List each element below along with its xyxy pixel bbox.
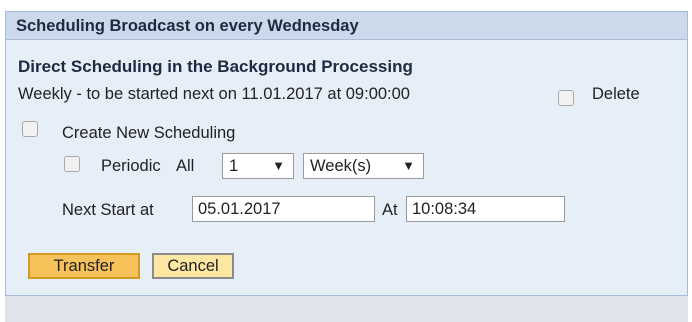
period-count-select[interactable]: 1 ▼ — [222, 153, 294, 179]
create-new-scheduling-checkbox[interactable] — [22, 121, 38, 137]
delete-label: Delete — [592, 85, 640, 103]
schedule-status-text: Weekly - to be started next on 11.01.201… — [18, 85, 410, 103]
bottom-strip — [5, 296, 688, 322]
at-label: At — [382, 201, 398, 219]
next-start-time-input[interactable]: 10:08:34 — [406, 196, 565, 222]
next-start-date-input[interactable]: 05.01.2017 — [192, 196, 375, 222]
panel-title: Scheduling Broadcast on every Wednesday — [6, 12, 687, 40]
delete-checkbox[interactable] — [558, 90, 574, 106]
periodic-label: Periodic — [101, 157, 161, 175]
scheduling-panel: Scheduling Broadcast on every Wednesday … — [5, 11, 688, 296]
next-start-label: Next Start at — [62, 201, 154, 219]
cancel-button[interactable]: Cancel — [152, 253, 234, 279]
next-start-date-value: 05.01.2017 — [198, 200, 281, 218]
period-unit-select[interactable]: Week(s) ▼ — [303, 153, 424, 179]
section-heading: Direct Scheduling in the Background Proc… — [18, 57, 413, 76]
chevron-down-icon: ▼ — [402, 158, 415, 173]
next-start-time-value: 10:08:34 — [412, 200, 477, 218]
periodic-checkbox[interactable] — [64, 156, 80, 172]
transfer-button[interactable]: Transfer — [28, 253, 140, 279]
all-label: All — [176, 157, 195, 175]
create-new-scheduling-label: Create New Scheduling — [62, 124, 236, 142]
period-count-value: 1 — [229, 157, 239, 175]
chevron-down-icon: ▼ — [272, 158, 285, 173]
period-unit-value: Week(s) — [310, 157, 372, 175]
